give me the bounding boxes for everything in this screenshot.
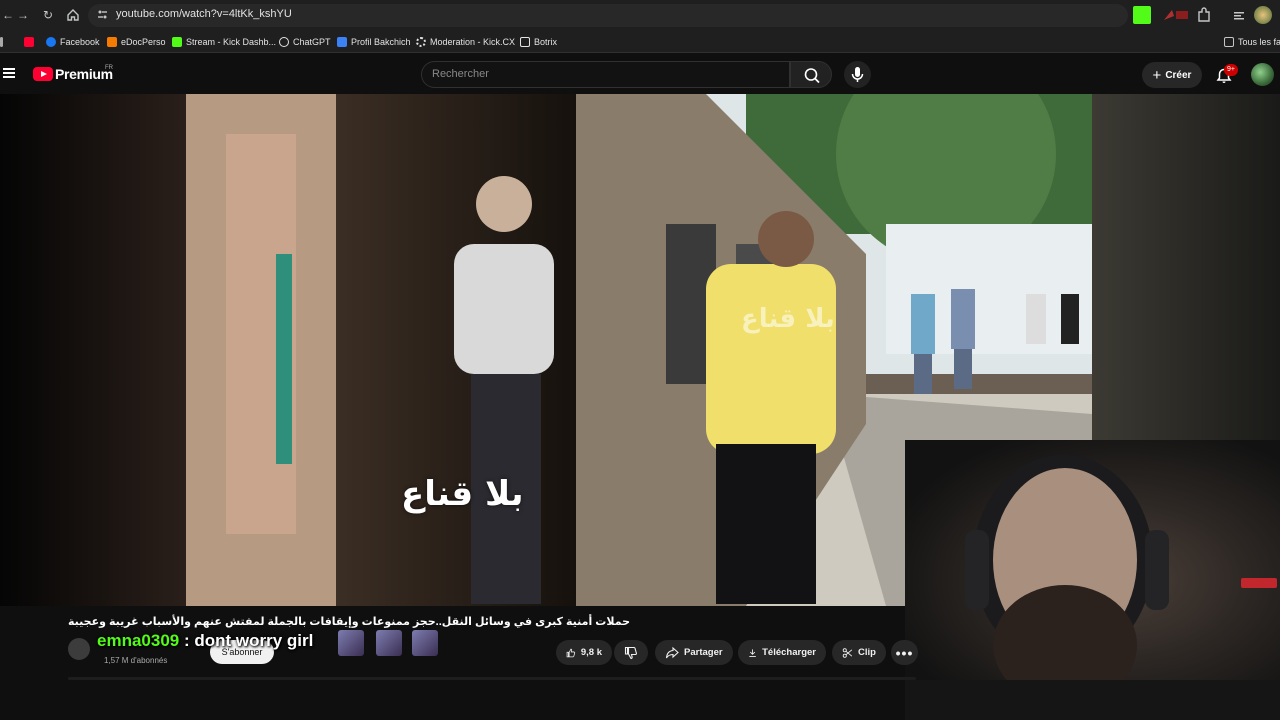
- webcam-overlay: [905, 440, 1280, 720]
- bookmark-apps-icon[interactable]: [0, 35, 3, 49]
- all-bookmarks[interactable]: Tous les fav: [1224, 35, 1280, 49]
- youtube-masthead: Premium FR + Créer 9+: [0, 54, 1280, 94]
- chat-emote: [376, 630, 402, 656]
- download-label: Télécharger: [762, 647, 816, 658]
- media-control-icon[interactable]: [1232, 6, 1248, 24]
- search-box[interactable]: [421, 61, 790, 88]
- bookmarks-bar: Facebook eDocPerso Stream - Kick Dashb..…: [0, 31, 1280, 53]
- search-input[interactable]: [432, 68, 772, 80]
- search-icon: [804, 68, 820, 84]
- chatgpt-icon: [279, 37, 289, 47]
- forward-icon[interactable]: →: [15, 7, 31, 23]
- chat-emote: [412, 630, 438, 656]
- gear-icon: [416, 37, 426, 47]
- kick-extension-icon[interactable]: [1133, 6, 1151, 24]
- create-button[interactable]: + Créer: [1142, 62, 1202, 88]
- site-info-icon[interactable]: [97, 9, 108, 20]
- bookmark-label: Profil Bakchich: [351, 37, 411, 47]
- youtube-logo-icon[interactable]: [33, 67, 53, 81]
- like-count: 9,8 k: [580, 647, 602, 658]
- reload-icon[interactable]: ↻: [40, 7, 56, 23]
- plus-icon: +: [1152, 66, 1162, 84]
- subscriber-count: 1,57 M d'abonnés: [104, 656, 168, 665]
- folder-icon: [1224, 37, 1234, 47]
- video-title: حملات أمنية كبرى في وسائل النقل..حجز ممن…: [68, 616, 631, 628]
- bookmark-label: Stream - Kick Dashb...: [186, 37, 277, 47]
- description-divider: [68, 677, 916, 680]
- facebook-icon: [46, 37, 56, 47]
- bookmark-moderation[interactable]: Moderation - Kick.CX: [416, 35, 515, 49]
- bookmark-edocperso[interactable]: eDocPerso: [107, 35, 166, 49]
- channel-watermark: بلا قناع: [401, 474, 524, 514]
- account-avatar[interactable]: [1251, 63, 1274, 86]
- voice-search-button[interactable]: [844, 61, 871, 88]
- streamer-face: [905, 455, 1280, 720]
- download-button[interactable]: Télécharger: [738, 640, 826, 665]
- country-code: FR: [105, 65, 113, 71]
- more-actions-button[interactable]: •••: [891, 640, 918, 665]
- search-button[interactable]: [790, 61, 832, 88]
- notification-badge: 9+: [1224, 64, 1238, 76]
- back-icon[interactable]: ←: [0, 7, 16, 23]
- edocperso-icon: [107, 37, 117, 47]
- download-icon: [749, 648, 756, 657]
- microphone-icon: [851, 67, 864, 82]
- kick-icon: [172, 37, 182, 47]
- share-icon: [665, 646, 679, 658]
- channel-avatar[interactable]: [68, 638, 90, 660]
- bookmark-bakchich[interactable]: Profil Bakchich: [337, 35, 411, 49]
- thumbs-up-icon: [566, 648, 576, 657]
- thumbs-down-icon: [624, 646, 637, 659]
- chat-username: emna0309: [97, 631, 180, 650]
- bookmark-label: Facebook: [60, 37, 100, 47]
- like-button[interactable]: 9,8 k: [556, 640, 612, 665]
- botrix-icon: [520, 37, 530, 47]
- scissors-icon: [842, 647, 853, 658]
- menu-icon[interactable]: [3, 68, 15, 78]
- bookmark-chatgpt[interactable]: ChatGPT: [279, 35, 331, 49]
- url-text[interactable]: youtube.com/watch?v=4ltKk_kshYU: [116, 8, 292, 20]
- extension-icon[interactable]: [1160, 6, 1190, 24]
- profile-avatar-icon[interactable]: [1254, 6, 1272, 24]
- bakchich-icon: [337, 37, 347, 47]
- youtube-bookmark-icon[interactable]: [24, 35, 34, 49]
- home-icon[interactable]: [65, 7, 81, 23]
- chat-text: : dont worry girl: [179, 631, 314, 650]
- bookmark-facebook[interactable]: Facebook: [46, 35, 100, 49]
- dislike-button[interactable]: [614, 640, 648, 665]
- browser-toolbar: ← → ↻ youtube.com/watch?v=4ltKk_kshYU: [0, 0, 1280, 31]
- all-bookmarks-label: Tous les fav: [1238, 37, 1280, 47]
- share-label: Partager: [684, 647, 723, 658]
- bookmark-label: ChatGPT: [293, 37, 331, 47]
- bookmark-label: Botrix: [534, 37, 558, 47]
- create-label: Créer: [1165, 69, 1192, 81]
- chat-emote: [338, 630, 364, 656]
- clip-label: Clip: [858, 647, 876, 658]
- bookmark-label: Moderation - Kick.CX: [430, 37, 516, 47]
- channel-watermark-small: بلا قناع: [741, 304, 835, 334]
- share-button[interactable]: Partager: [655, 640, 733, 665]
- bookmark-botrix[interactable]: Botrix: [520, 35, 557, 49]
- more-icon: •••: [895, 644, 914, 661]
- clip-button[interactable]: Clip: [832, 640, 886, 665]
- bookmark-label: eDocPerso: [121, 37, 166, 47]
- ambient-left: [0, 94, 186, 606]
- chat-overlay-message: emna0309 : dont worry girl: [97, 631, 313, 651]
- bookmark-kick-stream[interactable]: Stream - Kick Dashb...: [172, 35, 276, 49]
- extensions-puzzle-icon[interactable]: [1196, 6, 1212, 24]
- recording-indicator: [1241, 578, 1277, 588]
